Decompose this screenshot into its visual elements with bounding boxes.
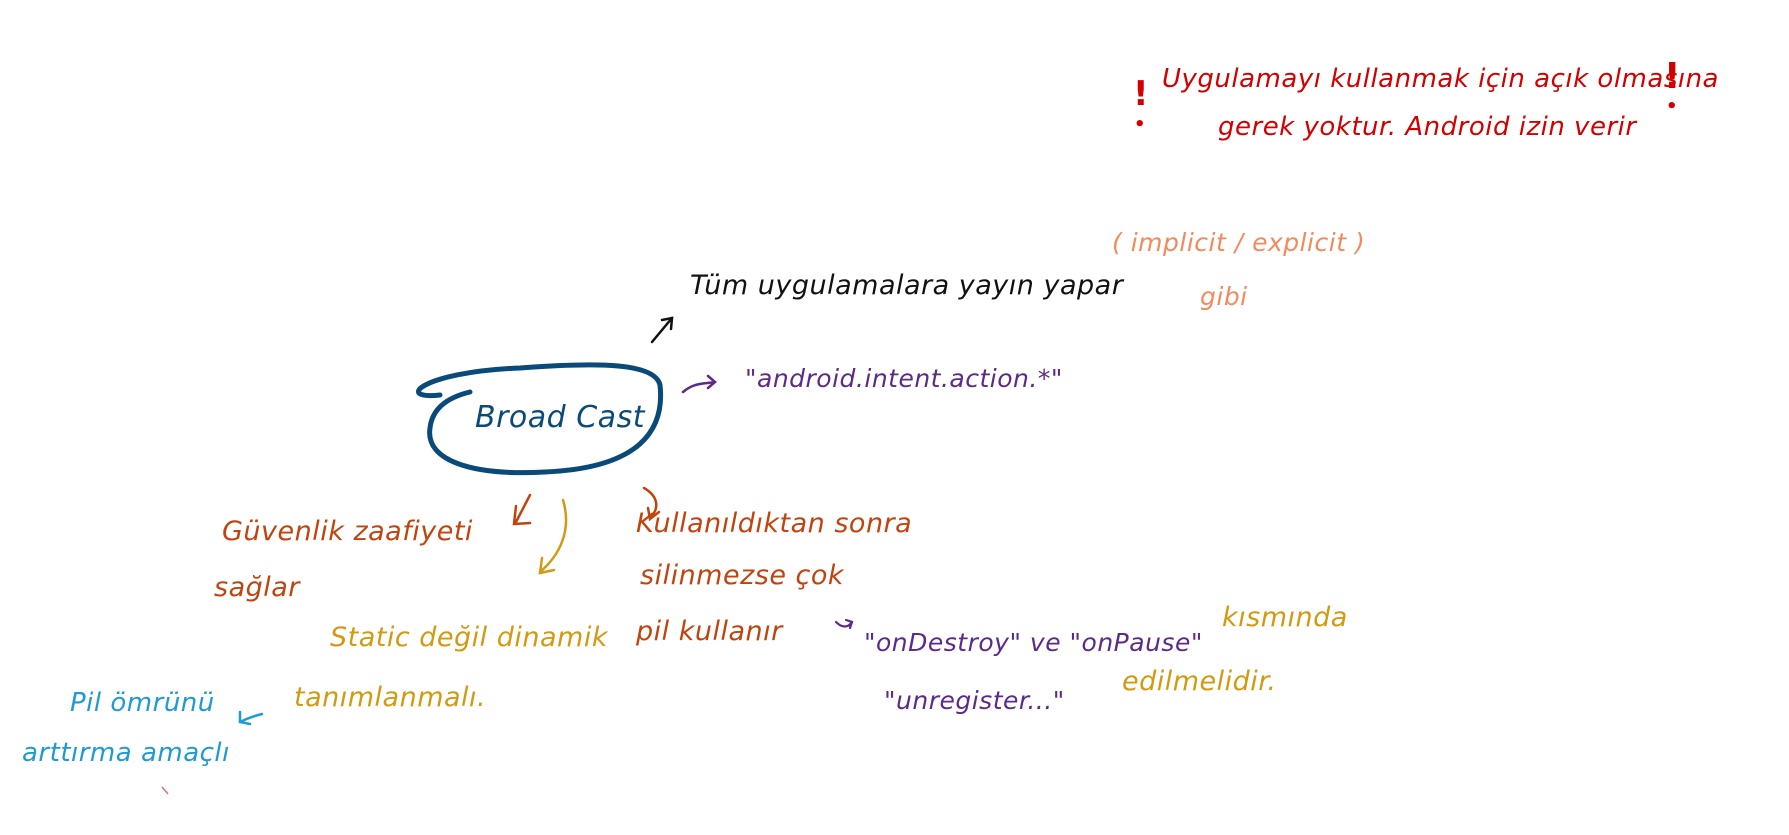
arrow-to-broadcast-desc [650, 316, 674, 344]
unregister-note-line1: Kullanıldıktan sonra [636, 508, 913, 539]
intent-action-note: "android.intent.action.*" [745, 364, 1063, 393]
stray-stroke [161, 786, 169, 795]
battery-note-line2: arttırma amaçlı [22, 738, 230, 768]
central-node-label: Broad Cast [475, 400, 645, 435]
gibi-note: gibi [1200, 282, 1248, 311]
security-note-line1: Güvenlik zaafiyeti [222, 516, 473, 547]
lifecycle-note-line1-suffix: kısmında [1222, 602, 1348, 633]
warning-note-line1: Uygulamayı kullanmak için açık olmasına [1162, 64, 1719, 94]
arrow-from-battery [238, 710, 264, 726]
static-note-line1: Static değil dinamik [330, 622, 608, 653]
battery-note-line1: Pil ömrünü [70, 688, 215, 718]
warning-mark-left-dot: • [1134, 114, 1146, 135]
unregister-note-line3: pil kullanır [636, 616, 783, 647]
arrow-to-lifecycle [834, 618, 854, 630]
broadcast-description: Tüm uygulamalara yayın yapar [690, 270, 1124, 301]
warning-note-line2: gerek yoktur. Android izin verir [1218, 112, 1637, 142]
static-note-line2: tanımlanmalı. [294, 682, 487, 713]
implicit-explicit-note: ( implicit / explicit ) [1112, 228, 1366, 257]
arrow-to-intent-action [681, 374, 717, 394]
warning-mark-left: ! [1133, 74, 1149, 114]
arrow-to-static [538, 498, 568, 575]
lifecycle-note-line2-suffix: edilmelidir. [1122, 666, 1277, 697]
arrow-to-security [512, 493, 532, 526]
warning-mark-right-dot: • [1666, 96, 1678, 117]
lifecycle-note-line2-unregister: "unregister..." [884, 686, 1065, 715]
lifecycle-note-line1-methods: "onDestroy" ve "onPause" [864, 628, 1203, 657]
unregister-note-line2: silinmezse çok [640, 560, 845, 591]
security-note-line2: sağlar [214, 572, 300, 603]
